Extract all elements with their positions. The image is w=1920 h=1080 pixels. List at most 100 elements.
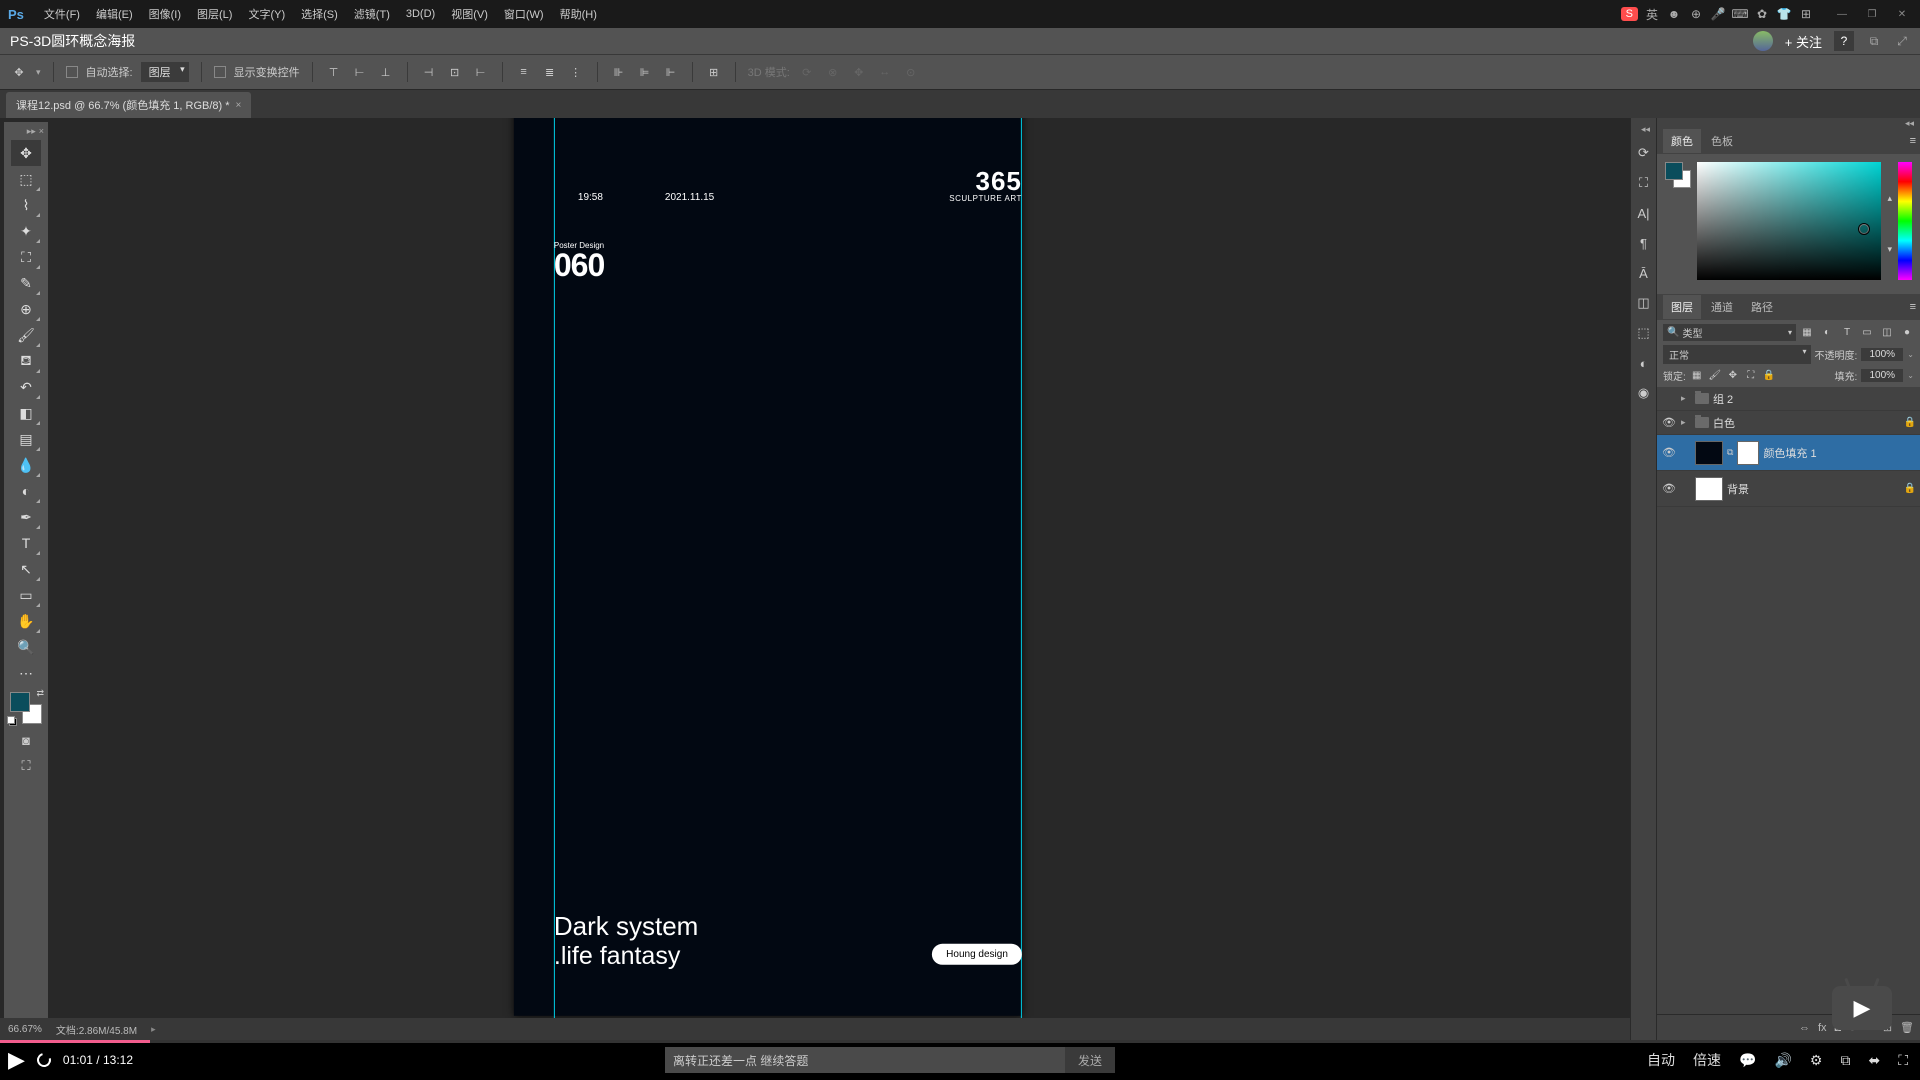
color-picker-indicator[interactable] [1859,224,1869,234]
play-button[interactable]: ▶ [8,1047,25,1073]
color-field[interactable] [1697,162,1881,280]
eyedropper-tool[interactable]: ✎ [11,270,41,296]
menu-type[interactable]: 文字(Y) [240,6,293,22]
gradient-tool[interactable]: ▤ [11,426,41,452]
volume-icon[interactable]: 🔊 [1774,1052,1791,1069]
menu-select[interactable]: 选择(S) [293,6,346,22]
type-tool[interactable]: T [11,530,41,556]
layer-row-background[interactable]: 👁 背景 🔒 [1657,471,1920,507]
menu-3d[interactable]: 3D(D) [398,8,443,20]
menu-help[interactable]: 帮助(H) [552,6,605,22]
libraries-panel-icon[interactable]: ⬚ [1633,322,1655,344]
healing-tool[interactable]: ⊕ [11,296,41,322]
ime-icon-7[interactable]: ⊞ [1798,6,1814,22]
visibility-toggle[interactable]: 👁 [1661,482,1677,495]
layer-row-colorfill[interactable]: 👁 ⧉ 颜色填充 1 [1657,435,1920,471]
ime-icon-3[interactable]: 🎤 [1710,6,1726,22]
fill-input[interactable]: 100% [1861,369,1903,382]
ime-icon-6[interactable]: 👕 [1776,6,1792,22]
dodge-tool[interactable]: ◐ [11,478,41,504]
doc-size[interactable]: 文档:2.86M/45.8M [56,1022,137,1037]
distribute-1-icon[interactable]: ≡ [515,63,533,81]
properties-panel-icon[interactable]: ⛶ [1633,172,1655,194]
stamp-tool[interactable]: ⛾ [11,348,41,374]
lock-all-icon[interactable]: 🔒 [1762,369,1776,383]
tab-layers[interactable]: 图层 [1663,295,1701,319]
window-minimize[interactable]: — [1828,6,1856,22]
delete-layer-icon[interactable]: 🗑 [1900,1021,1914,1034]
window-close[interactable]: ✕ [1888,6,1916,22]
filter-shape-icon[interactable]: ▭ [1860,326,1874,340]
pen-tool[interactable]: ✒ [11,504,41,530]
edit-toolbar[interactable]: ⋯ [11,660,41,686]
wide-icon[interactable]: ⬌ [1868,1052,1880,1069]
ime-icon-1[interactable]: ☻ [1666,6,1682,22]
document-tab-close[interactable]: × [236,100,242,111]
fullscreen-icon[interactable]: ⛶ [1898,1052,1908,1069]
distribute-3-icon[interactable]: ⋮ [567,63,585,81]
ime-icon-2[interactable]: ⊕ [1688,6,1704,22]
align-left-icon[interactable]: ⊣ [420,63,438,81]
lock-icon[interactable]: 🔒 [1904,417,1916,428]
blend-mode-dropdown[interactable]: 正常 [1663,345,1811,364]
align-top-icon[interactable]: ⊤ [325,63,343,81]
filter-pixel-icon[interactable]: ▦ [1800,326,1814,340]
3d-panel-icon[interactable]: ◫ [1633,292,1655,314]
tools-close-icon[interactable]: × [39,126,44,140]
layer-row-group2[interactable]: ▸ 组 2 [1657,387,1920,411]
layer-row-white[interactable]: 👁 ▸ 白色 🔒 [1657,411,1920,435]
mask-link-icon[interactable]: ⧉ [1727,447,1733,458]
pip-icon[interactable]: ⧉ [1840,1052,1850,1069]
link-layers-icon[interactable]: ⇔ [1799,1022,1810,1034]
hue-up-icon[interactable]: ▴ [1887,193,1892,204]
styles-panel-icon[interactable]: ◉ [1633,382,1655,404]
filter-toggle-icon[interactable]: ● [1900,326,1914,340]
panel-fg-color[interactable] [1665,162,1683,180]
default-colors-icon[interactable] [7,716,17,726]
progress-bar[interactable] [0,1040,1920,1043]
zoom-tool[interactable]: 🔍 [11,634,41,660]
layer-thumbnail[interactable] [1695,477,1723,501]
character-panel-icon[interactable]: A| [1633,202,1655,224]
autoselect-target[interactable]: 图层 [141,62,189,82]
distribute-6-icon[interactable]: ⊩ [662,63,680,81]
filter-type-icon[interactable]: T [1840,326,1854,340]
help-button[interactable]: ? [1834,31,1854,51]
move-tool[interactable]: ✥ [11,140,41,166]
menu-file[interactable]: 文件(F) [36,6,88,22]
layer-thumbnail[interactable] [1695,441,1723,465]
wand-tool[interactable]: ✦ [11,218,41,244]
ime-icon-5[interactable]: ✿ [1754,6,1770,22]
lock-pixels-icon[interactable]: 🖌 [1708,369,1722,383]
hue-down-icon[interactable]: ▾ [1887,244,1892,255]
panels-collapse-icon[interactable]: ◂◂ [1905,118,1914,128]
strip-expand-icon[interactable]: ◂◂ [1641,124,1650,134]
swap-colors-icon[interactable]: ⇄ [36,688,44,699]
settings-icon[interactable]: ⚙ [1810,1052,1823,1069]
screenmode-button[interactable]: ⛶ [12,756,40,776]
menu-image[interactable]: 图像(I) [141,6,189,22]
quality-auto[interactable]: 自动 [1647,1050,1675,1070]
ime-icon-4[interactable]: ⌨ [1732,6,1748,22]
glyphs-panel-icon[interactable]: Ā [1633,262,1655,284]
opacity-chevron-icon[interactable]: ⌄ [1907,350,1914,359]
distribute-2-icon[interactable]: ≣ [541,63,559,81]
auto-align-icon[interactable]: ⊞ [705,63,723,81]
tools-collapse-icon[interactable]: ▸▸ [27,126,36,140]
tab-color[interactable]: 颜色 [1663,129,1701,153]
exit-fullscreen-icon[interactable]: ⤢ [1894,33,1910,49]
lasso-tool[interactable]: ⌇ [11,192,41,218]
visibility-toggle[interactable]: 👁 [1661,446,1677,459]
layers-panel-menu-icon[interactable]: ≡ [1910,301,1916,313]
paragraph-panel-icon[interactable]: ¶ [1633,232,1655,254]
transform-checkbox[interactable] [214,66,226,78]
fx-icon[interactable]: fx [1818,1022,1827,1034]
color-panel-menu-icon[interactable]: ≡ [1910,135,1916,147]
expand-arrow-icon[interactable]: ▸ [1681,417,1691,428]
filter-search-icon[interactable]: 🔍 [1667,327,1679,338]
window-restore[interactable]: ❐ [1858,6,1886,22]
document-tab[interactable]: 课程12.psd @ 66.7% (颜色填充 1, RGB/8) * × [6,92,251,118]
menu-edit[interactable]: 编辑(E) [88,6,141,22]
panel-color-swatches[interactable] [1665,162,1691,188]
menu-view[interactable]: 视图(V) [443,6,496,22]
